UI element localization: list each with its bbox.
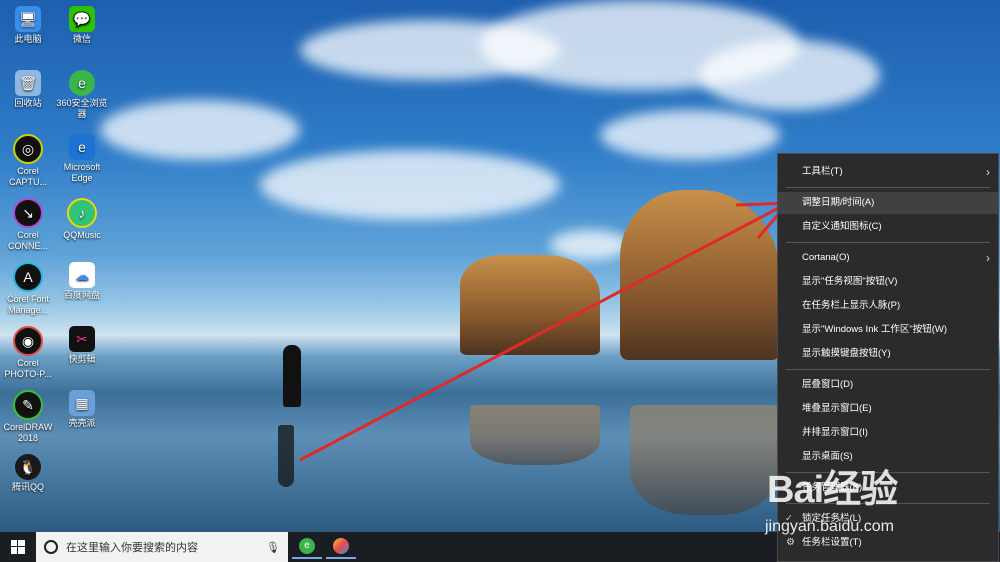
menu-separator xyxy=(786,187,990,188)
corel-photo-icon: ◉ xyxy=(13,326,43,356)
desktop-icon-qq[interactable]: 🐧 腾讯QQ xyxy=(0,454,56,493)
desktop-icon-keke[interactable]: ▦ 壳壳派 xyxy=(54,390,110,429)
desktop-icon-qqmusic[interactable]: ♪ QQMusic xyxy=(54,198,110,241)
taskbar-context-menu: 工具栏(T) › 调整日期/时间(A) 自定义通知图标(C) Cortana(O… xyxy=(777,153,999,562)
360-browser-icon: e xyxy=(69,70,95,96)
360-browser-icon: e xyxy=(299,538,315,554)
desktop-icon-corel-connect[interactable]: ↘ Corel CONNE... xyxy=(0,198,56,252)
menu-item-side-by-side-windows[interactable]: 并排显示窗口(I) xyxy=(778,422,998,444)
qqmusic-icon: ♪ xyxy=(67,198,97,228)
wechat-icon: 💬 xyxy=(69,6,95,32)
corel-capture-icon: ◎ xyxy=(13,134,43,164)
menu-item-task-manager[interactable]: 任务管理器(K) xyxy=(778,477,998,499)
chevron-right-icon: › xyxy=(986,251,990,265)
gear-icon: ⚙ xyxy=(786,537,795,548)
runner-figure xyxy=(283,345,301,407)
checkmark-icon: ✓ xyxy=(785,513,793,524)
corel-font-icon: A xyxy=(13,262,43,292)
menu-separator xyxy=(786,242,990,243)
keke-icon: ▦ xyxy=(69,390,95,416)
microphone-icon[interactable]: 🎙 xyxy=(264,541,282,554)
desktop-icon-recycle-bin[interactable]: 🗑 回收站 xyxy=(0,70,56,109)
taskbar-app-paint[interactable] xyxy=(326,535,356,559)
menu-separator xyxy=(786,369,990,370)
menu-item-show-task-view-button[interactable]: 显示"任务视图"按钮(V) xyxy=(778,271,998,293)
desktop-icon-corel-capture[interactable]: ◎ Corel CAPTU... xyxy=(0,134,56,188)
search-placeholder: 在这里输入你要搜索的内容 xyxy=(66,542,198,554)
edge-icon: e xyxy=(69,134,95,160)
desktop-icon-this-pc[interactable]: 🖥 此电脑 xyxy=(0,6,56,45)
menu-item-cascade-windows[interactable]: 层叠窗口(D) xyxy=(778,374,998,396)
menu-item-taskbar-settings[interactable]: ⚙ 任务栏设置(T) xyxy=(778,532,998,554)
desktop-icon-coreldraw[interactable]: ✎ CorelDRAW 2018 xyxy=(0,390,56,444)
qq-icon: 🐧 xyxy=(15,454,41,480)
kuaijianji-icon: ✂ xyxy=(69,326,95,352)
start-button[interactable] xyxy=(0,532,36,562)
coreldraw-icon: ✎ xyxy=(13,390,43,420)
menu-item-adjust-date-time[interactable]: 调整日期/时间(A) xyxy=(778,192,998,214)
desktop-icon-kuaijianji[interactable]: ✂ 快剪辑 xyxy=(54,326,110,365)
windows-logo-icon xyxy=(11,540,25,554)
menu-item-customize-notification-icons[interactable]: 自定义通知图标(C) xyxy=(778,216,998,238)
desktop-icon-baidu-netdisk[interactable]: ☁ 百度网盘 xyxy=(54,262,110,301)
taskbar-search-box[interactable]: 在这里输入你要搜索的内容 🎙 xyxy=(36,532,288,562)
baidu-netdisk-icon: ☁ xyxy=(69,262,95,288)
menu-item-lock-taskbar[interactable]: ✓ 锁定任务栏(L) xyxy=(778,508,998,530)
menu-item-show-desktop[interactable]: 显示桌面(S) xyxy=(778,446,998,468)
corel-connect-icon: ↘ xyxy=(13,198,43,228)
menu-item-show-windows-ink-button[interactable]: 显示"Windows Ink 工作区"按钮(W) xyxy=(778,319,998,341)
menu-separator xyxy=(786,503,990,504)
menu-item-toolbars[interactable]: 工具栏(T) › xyxy=(778,161,998,183)
runner-reflection xyxy=(278,425,294,487)
desktop-icon-360-browser[interactable]: e 360安全浏览器 xyxy=(54,70,110,120)
paint-icon xyxy=(333,538,349,554)
computer-icon: 🖥 xyxy=(15,6,41,32)
desktop-icon-wechat[interactable]: 💬 微信 xyxy=(54,6,110,45)
desktop-icon-edge[interactable]: e Microsoft Edge xyxy=(54,134,110,184)
taskbar-app-360-browser[interactable]: e xyxy=(292,535,322,559)
menu-item-cortana[interactable]: Cortana(O) › xyxy=(778,247,998,269)
menu-item-show-touch-keyboard-button[interactable]: 显示触摸键盘按钮(Y) xyxy=(778,343,998,365)
desktop-icon-corel-font-manager[interactable]: A Corel Font Manage... xyxy=(0,262,56,316)
menu-item-show-people[interactable]: 在任务栏上显示人脉(P) xyxy=(778,295,998,317)
chevron-right-icon: › xyxy=(986,165,990,179)
cortana-circle-icon xyxy=(44,540,58,554)
menu-separator xyxy=(786,472,990,473)
menu-item-stack-windows[interactable]: 堆叠显示窗口(E) xyxy=(778,398,998,420)
desktop-icon-corel-photo-paint[interactable]: ◉ Corel PHOTO-P... xyxy=(0,326,56,380)
recycle-bin-icon: 🗑 xyxy=(15,70,41,96)
